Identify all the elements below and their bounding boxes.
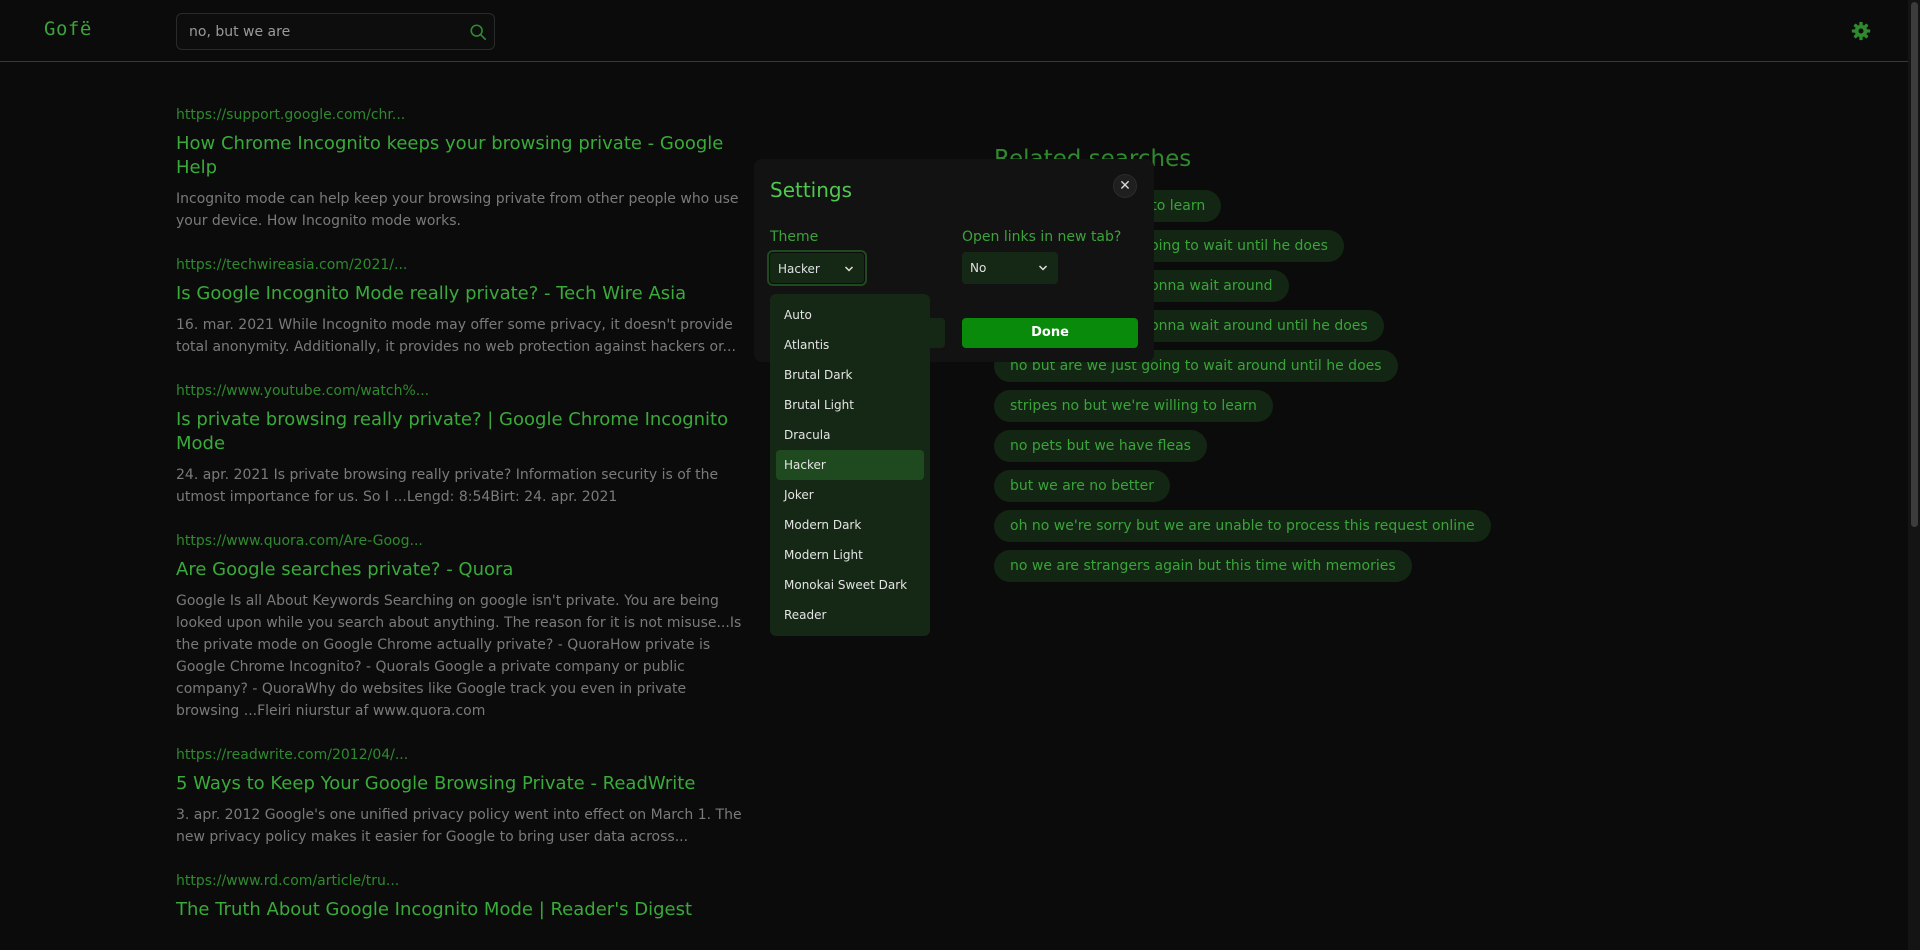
search-icon[interactable] xyxy=(469,23,487,41)
related-search-chip[interactable]: but we are no better xyxy=(994,470,1171,502)
dropdown-option[interactable]: Modern Light xyxy=(776,540,924,570)
result-item: https://www.youtube.com/watch%... Is pri… xyxy=(176,382,746,508)
related-search-chip[interactable]: oh no we're sorry but we are unable to p… xyxy=(994,510,1491,542)
scrollbar-thumb[interactable] xyxy=(1911,2,1918,527)
result-title[interactable]: Is Google Incognito Mode really private?… xyxy=(176,282,746,306)
results-list: https://support.google.com/chr... How Ch… xyxy=(176,106,746,946)
theme-select-value: Hacker xyxy=(778,262,820,276)
result-snippet: Incognito mode can help keep your browsi… xyxy=(176,191,739,229)
result-snippet: 16. mar. 2021 While Incognito mode may o… xyxy=(176,317,736,355)
result-snippet: 3. apr. 2012 Google's one unified privac… xyxy=(176,807,742,845)
result-url[interactable]: https://techwireasia.com/2021/... xyxy=(176,256,746,274)
result-item: https://techwireasia.com/2021/... Is Goo… xyxy=(176,256,746,358)
newtab-select[interactable]: No xyxy=(962,252,1058,284)
result-url[interactable]: https://support.google.com/chr... xyxy=(176,106,746,124)
search-box[interactable] xyxy=(176,13,495,50)
theme-label: Theme xyxy=(770,229,819,245)
result-url[interactable]: https://www.youtube.com/watch%... xyxy=(176,382,746,400)
dropdown-option[interactable]: Monokai Sweet Dark xyxy=(776,570,924,600)
result-url[interactable]: https://www.quora.com/Are-Goog... xyxy=(176,532,746,550)
theme-dropdown: Auto Atlantis Brutal Dark Brutal Light D… xyxy=(770,294,930,636)
newtab-label: Open links in new tab? xyxy=(962,229,1122,245)
dropdown-option[interactable]: Reader xyxy=(776,600,924,630)
related-search-chip[interactable]: no we are strangers again but this time … xyxy=(994,550,1412,582)
dropdown-option-selected[interactable]: Hacker xyxy=(776,450,924,480)
dropdown-option[interactable]: Modern Dark xyxy=(776,510,924,540)
dropdown-option[interactable]: Dracula xyxy=(776,420,924,450)
theme-select[interactable]: Hacker xyxy=(769,252,865,284)
dropdown-option[interactable]: Brutal Dark xyxy=(776,360,924,390)
top-bar: Gofë xyxy=(0,0,1908,62)
dropdown-option[interactable]: Joker xyxy=(776,480,924,510)
dropdown-option[interactable]: Auto xyxy=(776,300,924,330)
related-search-chip[interactable]: stripes no but we're willing to learn xyxy=(994,390,1273,422)
close-button[interactable]: ✕ xyxy=(1113,174,1137,198)
dropdown-option[interactable]: Atlantis xyxy=(776,330,924,360)
search-input[interactable] xyxy=(189,22,459,42)
result-title[interactable]: The Truth About Google Incognito Mode | … xyxy=(176,898,746,922)
result-url[interactable]: https://readwrite.com/2012/04/... xyxy=(176,746,746,764)
done-button[interactable]: Done xyxy=(962,318,1138,348)
result-item: https://www.rd.com/article/tru... The Tr… xyxy=(176,872,746,922)
settings-title: Settings xyxy=(770,178,853,202)
result-url[interactable]: https://www.rd.com/article/tru... xyxy=(176,872,746,890)
dropdown-option[interactable]: Brutal Light xyxy=(776,390,924,420)
gear-icon[interactable] xyxy=(1851,21,1871,41)
result-item: https://support.google.com/chr... How Ch… xyxy=(176,106,746,232)
newtab-select-value: No xyxy=(970,261,987,275)
related-search-chip[interactable]: no pets but we have fleas xyxy=(994,430,1207,462)
chevron-down-icon xyxy=(844,266,854,272)
result-title[interactable]: Is private browsing really private? | Go… xyxy=(176,408,746,456)
result-item: https://readwrite.com/2012/04/... 5 Ways… xyxy=(176,746,746,848)
result-snippet: Google Is all About Keywords Searching o… xyxy=(176,593,742,719)
result-title[interactable]: How Chrome Incognito keeps your browsing… xyxy=(176,132,746,180)
result-item: https://www.quora.com/Are-Goog... Are Go… xyxy=(176,532,746,722)
result-title[interactable]: 5 Ways to Keep Your Google Browsing Priv… xyxy=(176,772,746,796)
logo[interactable]: Gofë xyxy=(44,18,92,40)
result-title[interactable]: Are Google searches private? - Quora xyxy=(176,558,746,582)
chevron-down-icon xyxy=(1038,265,1048,271)
result-snippet: 24. apr. 2021 Is private browsing really… xyxy=(176,467,719,505)
scrollbar[interactable] xyxy=(1908,0,1920,950)
